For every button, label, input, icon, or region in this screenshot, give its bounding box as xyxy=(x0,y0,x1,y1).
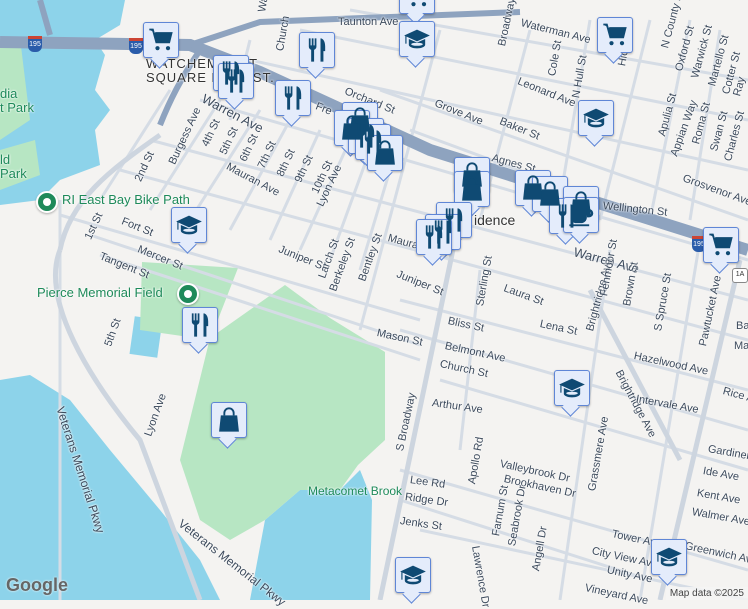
restaurant-marker[interactable] xyxy=(218,63,254,99)
map-canvas[interactable] xyxy=(0,0,748,600)
route-shield-icon: 1A xyxy=(732,268,748,283)
bike-path-label[interactable]: RI East Bay Bike Path xyxy=(62,192,190,207)
grocery-marker[interactable] xyxy=(703,227,739,263)
fork-knife-icon xyxy=(222,67,250,95)
restaurant-marker[interactable] xyxy=(275,80,311,116)
park-label: Park xyxy=(0,166,27,181)
coffee-cup-icon xyxy=(567,201,595,229)
google-logo: Google xyxy=(6,575,68,595)
neighborhood-label: SQUARE HIST. ST. xyxy=(146,70,275,85)
area-label: idence xyxy=(474,212,516,228)
restaurant-marker[interactable] xyxy=(416,219,452,255)
bike-path-pin-icon[interactable] xyxy=(36,191,58,213)
pierce-field-label[interactable]: Pierce Memorial Field xyxy=(37,285,163,300)
school-marker[interactable] xyxy=(171,207,207,243)
graduation-cap-icon xyxy=(403,25,431,53)
park-label: dia xyxy=(0,86,18,101)
street-label: Taunton Ave xyxy=(338,16,399,28)
graduation-cap-icon xyxy=(558,374,586,402)
fork-knife-icon xyxy=(279,84,307,112)
restaurant-marker[interactable] xyxy=(182,307,218,343)
graduation-cap-icon xyxy=(582,104,610,132)
grocery-marker[interactable] xyxy=(597,17,633,53)
interstate-shield-icon: 195 xyxy=(129,38,143,54)
street-label: Ba xyxy=(736,320,748,332)
shopping-marker[interactable] xyxy=(367,135,403,171)
cart-icon xyxy=(147,26,175,54)
shopping-bag-icon xyxy=(458,175,486,203)
cafe-marker[interactable] xyxy=(563,197,599,233)
school-marker[interactable] xyxy=(651,539,687,575)
grocery-marker[interactable] xyxy=(399,0,435,14)
school-marker[interactable] xyxy=(554,370,590,406)
park-label: ld xyxy=(0,152,11,167)
graduation-cap-icon xyxy=(399,561,427,589)
restaurant-marker[interactable] xyxy=(299,32,335,68)
park-label: t Park xyxy=(0,100,34,115)
street-label: Ma xyxy=(734,340,748,352)
map-attribution[interactable]: Map data ©2025 xyxy=(665,587,748,600)
graduation-cap-icon xyxy=(175,211,203,239)
shopping-marker[interactable] xyxy=(454,171,490,207)
school-marker[interactable] xyxy=(399,21,435,57)
graduation-cap-icon xyxy=(655,543,683,571)
pierce-field-pin-icon[interactable] xyxy=(177,283,199,305)
grocery-marker[interactable] xyxy=(143,22,179,58)
school-marker[interactable] xyxy=(395,557,431,593)
fork-knife-icon xyxy=(303,36,331,64)
broadway-road xyxy=(377,239,458,600)
cart-icon xyxy=(707,231,735,259)
shopping-marker[interactable] xyxy=(211,402,247,438)
fork-knife-icon xyxy=(186,311,214,339)
shopping-bag-icon xyxy=(371,139,399,167)
school-marker[interactable] xyxy=(578,100,614,136)
cart-icon xyxy=(403,0,431,10)
shopping-bag-icon xyxy=(215,406,243,434)
interstate-shield-icon: 195 xyxy=(28,36,42,52)
fork-knife-icon xyxy=(420,223,448,251)
cart-icon xyxy=(601,21,629,49)
brook-label: Metacomet Brook xyxy=(308,484,403,498)
